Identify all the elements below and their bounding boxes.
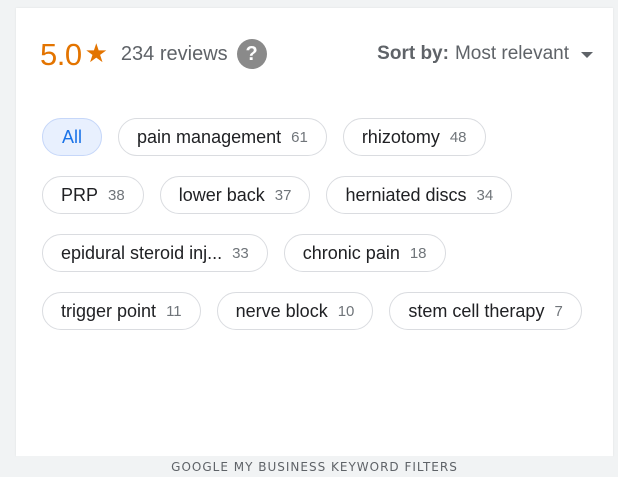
chip-nerve-block[interactable]: nerve block 10 [216,292,374,330]
image-caption: GOOGLE MY BUSINESS KEYWORD FILTERS [16,456,613,477]
chip-label: All [62,126,83,147]
chip-label: lower back [178,184,265,205]
keyword-filter-chips: All pain management 61 rhizotomy 48 PRP … [42,118,602,330]
chip-lower-back[interactable]: lower back 37 [159,176,311,214]
chip-label: stem cell therapy [408,300,545,321]
chip-stem-cell-therapy[interactable]: stem cell therapy 7 [389,292,582,330]
sort-label: Sort by: [377,43,449,64]
caret-down-icon [581,52,593,58]
chip-rhizotomy[interactable]: rhizotomy 48 [342,118,486,156]
chip-herniated-discs[interactable]: herniated discs 34 [326,176,513,214]
chip-count: 18 [409,244,427,262]
chip-count: 61 [291,128,308,146]
chip-label: nerve block [235,300,328,321]
sort-dropdown[interactable]: Sort by: Most relevant [377,43,593,65]
star-icon: ★ [84,38,108,68]
reviews-card: 5.0 ★ 234 reviews ? Sort by: Most releva… [16,8,613,456]
chip-label: herniated discs [345,184,467,205]
sort-value: Most relevant [454,43,569,64]
chip-pain-management[interactable]: pain management 61 [118,118,327,156]
chip-label: epidural steroid inj... [61,242,223,263]
chip-label: rhizotomy [361,126,440,147]
help-icon[interactable]: ? [236,39,267,69]
chip-label: PRP [61,184,99,205]
chip-count: 33 [232,244,249,262]
chip-all[interactable]: All [42,118,103,156]
chip-label: trigger point [61,300,157,321]
page-background: 5.0 ★ 234 reviews ? Sort by: Most releva… [0,0,618,477]
rating-value: 5.0 [40,36,82,72]
chip-count: 11 [166,302,182,320]
chip-label: pain management [137,126,282,147]
chip-epidural-steroid-injection[interactable]: epidural steroid inj... 33 [42,234,268,272]
review-count: 234 reviews [120,42,228,65]
chip-count: 37 [274,186,292,204]
chip-count: 7 [554,302,563,320]
chip-count: 48 [449,128,467,146]
chip-count: 10 [337,302,355,320]
chip-label: chronic pain [302,242,400,263]
chip-count: 34 [476,186,494,204]
chip-prp[interactable]: PRP 38 [42,176,144,214]
chip-chronic-pain[interactable]: chronic pain 18 [283,234,446,272]
chip-trigger-point[interactable]: trigger point 11 [42,292,201,330]
chip-count: 38 [108,186,125,204]
reviews-header: 5.0 ★ 234 reviews ? Sort by: Most releva… [40,32,593,76]
